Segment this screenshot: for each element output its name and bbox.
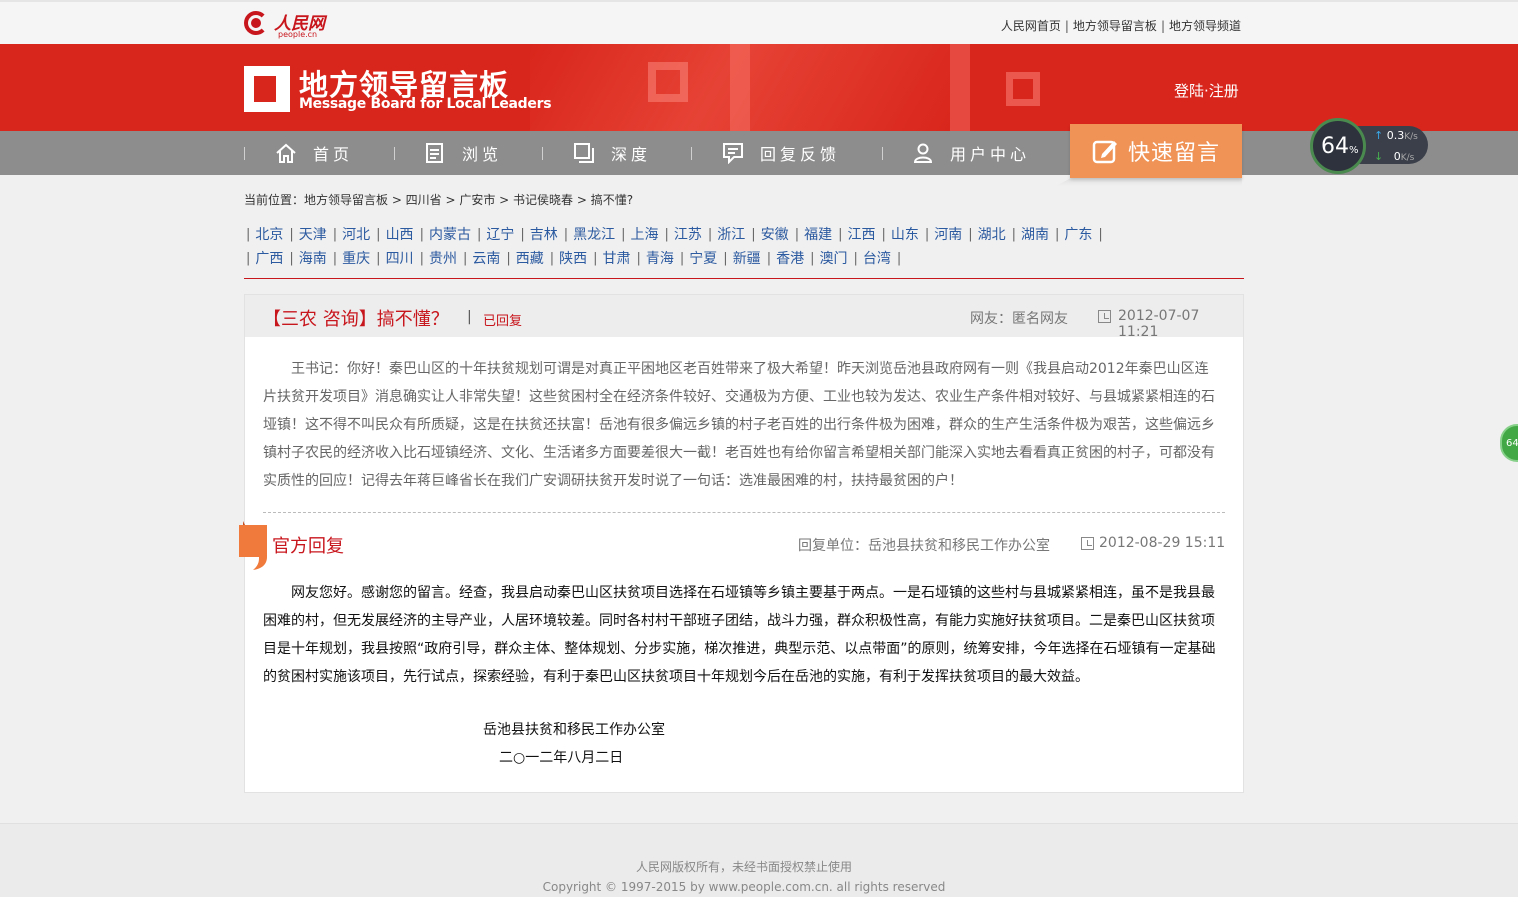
network-speed-widget[interactable]: 64% ↑ 0.3K/s ↓ 0K/s bbox=[1310, 118, 1428, 174]
message-header: 【三农 咨询】搞不懂？ | 已回复 网友：匿名网友 2012-07-07 11:… bbox=[245, 295, 1243, 340]
status-badge: 已回复 bbox=[483, 314, 523, 329]
province-link[interactable]: 陕西 bbox=[559, 248, 587, 268]
upload-speed: ↑ 0.3K/s bbox=[1374, 129, 1418, 142]
footer-copyright-en: Copyright © 1997-2015 by www.people.com.… bbox=[542, 880, 946, 894]
nav-user-center[interactable]: 用户中心 bbox=[912, 131, 1030, 175]
board-logo-icon[interactable] bbox=[244, 66, 290, 112]
side-floating-badge[interactable]: 64 bbox=[1500, 424, 1518, 462]
province-link[interactable]: 云南 bbox=[472, 248, 500, 268]
quote-icon bbox=[239, 521, 267, 570]
divider bbox=[244, 278, 1244, 279]
memory-percent: 64 bbox=[1321, 134, 1349, 159]
province-link[interactable]: 北京 bbox=[255, 224, 283, 244]
site-header: 地方领导留言板 Message Board for Local Leaders … bbox=[0, 44, 1518, 131]
reply-date: 2012-08-29 15:11 bbox=[1099, 535, 1226, 551]
nav-browse[interactable]: 浏览 bbox=[424, 131, 502, 175]
board-subtitle: Message Board for Local Leaders bbox=[299, 96, 552, 112]
province-link[interactable]: 广东 bbox=[1064, 224, 1092, 244]
message-author: 网友：匿名网友 bbox=[970, 311, 1068, 327]
province-link[interactable]: 澳门 bbox=[819, 248, 847, 268]
clock-icon bbox=[1081, 537, 1094, 550]
nav-user-center-label: 用户中心 bbox=[950, 145, 1031, 164]
reply-unit: 回复单位：岳池县扶贫和移民工作办公室 bbox=[798, 538, 1050, 554]
province-link[interactable]: 山西 bbox=[386, 224, 414, 244]
province-link[interactable]: 江西 bbox=[847, 224, 875, 244]
logo-subtext: people.cn bbox=[278, 30, 318, 39]
nav-browse-label: 浏览 bbox=[462, 145, 503, 164]
province-link[interactable]: 贵州 bbox=[429, 248, 457, 268]
comment-icon bbox=[722, 142, 744, 165]
reply-signature-org: 岳池县扶贫和移民工作办公室 bbox=[483, 722, 665, 738]
quick-message-label: 快速留言 bbox=[1127, 141, 1220, 166]
document-icon bbox=[424, 142, 446, 164]
province-list: | 北京 | 天津 | 河北 | 山西 | 内蒙古 | 辽宁 | 吉林 | 黑龙江 | 上海 | 江苏 | 浙江 | 安徽 | 福… bbox=[244, 222, 1234, 270]
province-link[interactable]: 吉林 bbox=[530, 224, 558, 244]
province-link[interactable]: 上海 bbox=[631, 224, 659, 244]
province-link[interactable]: 广西 bbox=[255, 248, 283, 268]
footer: 人民网版权所有，未经书面授权禁止使用 Copyright © 1997-2015… bbox=[0, 823, 1518, 897]
home-icon bbox=[275, 142, 297, 164]
top-bar: 人民网 people.cn 人民网首页 | 地方领导留言板 | 地方领导频道 bbox=[0, 0, 1518, 44]
nav-home[interactable]: 首页 bbox=[275, 131, 353, 175]
nav-depth[interactable]: 深度 bbox=[573, 131, 651, 175]
province-link[interactable]: 辽宁 bbox=[486, 224, 514, 244]
province-link[interactable]: 安徽 bbox=[761, 224, 789, 244]
pages-icon bbox=[573, 142, 595, 164]
nav-feedback-label: 回复反馈 bbox=[760, 145, 841, 164]
download-speed: ↓ 0K/s bbox=[1374, 150, 1415, 163]
link-message-board[interactable]: 地方领导留言板 bbox=[1073, 19, 1157, 33]
message-date: 2012-07-07 11:21 bbox=[1118, 308, 1200, 340]
province-link[interactable]: 海南 bbox=[299, 248, 327, 268]
province-link[interactable]: 重庆 bbox=[342, 248, 370, 268]
people-logo-icon bbox=[244, 11, 268, 35]
province-row-2: | 广西 | 海南 | 重庆 | 四川 | 贵州 | 云南 | 西藏 | 陕西 | 甘肃 | 青海 | 宁夏 | 新疆 | 香港 |… bbox=[244, 246, 1234, 270]
message-title: 【三农 咨询】搞不懂？ bbox=[263, 309, 449, 330]
link-leader-channel[interactable]: 地方领导频道 bbox=[1169, 19, 1241, 33]
reply-signature-date: 二○一二年八月二日 bbox=[499, 750, 624, 766]
login-register-link[interactable]: 登陆·注册 bbox=[1174, 80, 1239, 101]
link-people-home[interactable]: 人民网首页 bbox=[1001, 19, 1061, 33]
nav-feedback[interactable]: 回复反馈 bbox=[722, 131, 840, 175]
main-nav: 首页 浏览 深度 回复反馈 用户中心 bbox=[0, 131, 1518, 175]
province-link[interactable]: 湖南 bbox=[1021, 224, 1049, 244]
province-link[interactable]: 黑龙江 bbox=[573, 224, 615, 244]
province-link[interactable]: 香港 bbox=[776, 248, 804, 268]
province-link[interactable]: 西藏 bbox=[516, 248, 544, 268]
arrow-up-icon: ↑ bbox=[1374, 129, 1384, 142]
official-reply-title: 官方回复 bbox=[272, 536, 344, 557]
province-link[interactable]: 四川 bbox=[386, 248, 414, 268]
province-link[interactable]: 新疆 bbox=[733, 248, 761, 268]
province-link[interactable]: 河南 bbox=[934, 224, 962, 244]
province-link[interactable]: 宁夏 bbox=[689, 248, 717, 268]
province-link[interactable]: 青海 bbox=[646, 248, 674, 268]
clock-icon bbox=[1098, 310, 1111, 323]
footer-copyright-cn: 人民网版权所有，未经书面授权禁止使用 bbox=[635, 860, 852, 874]
province-link[interactable]: 河北 bbox=[342, 224, 370, 244]
province-link[interactable]: 甘肃 bbox=[603, 248, 631, 268]
province-link[interactable]: 江苏 bbox=[674, 224, 702, 244]
arrow-down-icon: ↓ bbox=[1374, 150, 1384, 163]
memory-gauge: 64% bbox=[1310, 118, 1366, 174]
quick-message-button[interactable]: 快速留言 bbox=[1070, 124, 1242, 178]
province-link[interactable]: 浙江 bbox=[717, 224, 745, 244]
nav-depth-label: 深度 bbox=[611, 145, 652, 164]
top-links: 人民网首页 | 地方领导留言板 | 地方领导频道 bbox=[1000, 19, 1241, 33]
edit-icon bbox=[1092, 140, 1117, 164]
people-logo[interactable]: 人民网 people.cn bbox=[244, 9, 334, 41]
reply-body: 网友您好。感谢您的留言。经查，我县启动秦巴山区扶贫项目选择在石垭镇等乡镇主要基于… bbox=[263, 585, 1216, 685]
province-link[interactable]: 山东 bbox=[891, 224, 919, 244]
breadcrumb: 当前位置：地方领导留言板 > 四川省 > 广安市 > 书记侯晓春 > 搞不懂? bbox=[244, 193, 634, 207]
user-icon bbox=[912, 142, 934, 164]
province-link[interactable]: 天津 bbox=[299, 224, 327, 244]
message-card: 【三农 咨询】搞不懂？ | 已回复 网友：匿名网友 2012-07-07 11:… bbox=[239, 294, 1244, 793]
message-body: 王书记：你好！秦巴山区的十年扶贫规划可谓是对真正平困地区老百姓带来了极大希望！昨… bbox=[263, 361, 1215, 489]
dashed-divider bbox=[263, 512, 1225, 513]
province-link[interactable]: 内蒙古 bbox=[429, 224, 471, 244]
province-row-1: | 北京 | 天津 | 河北 | 山西 | 内蒙古 | 辽宁 | 吉林 | 黑龙江 | 上海 | 江苏 | 浙江 | 安徽 | 福… bbox=[244, 222, 1234, 246]
province-link[interactable]: 湖北 bbox=[978, 224, 1006, 244]
province-link[interactable]: 台湾 bbox=[863, 248, 891, 268]
province-link[interactable]: 福建 bbox=[804, 224, 832, 244]
nav-home-label: 首页 bbox=[313, 145, 354, 164]
